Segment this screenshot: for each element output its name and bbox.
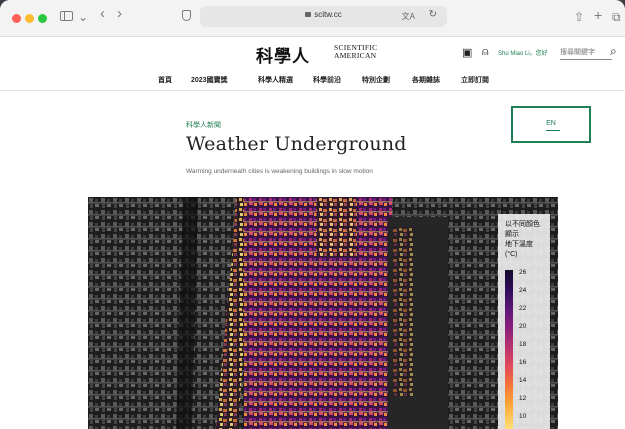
language-en-button[interactable]: EN (513, 120, 589, 127)
privacy-shield-icon[interactable] (182, 10, 191, 21)
nav-item-home[interactable]: 首頁 (158, 75, 172, 85)
search-icon[interactable]: ⌕ (610, 44, 617, 59)
lock-icon (305, 12, 312, 17)
legend-tick: 24 (519, 287, 527, 294)
new-tab-icon[interactable]: + (594, 8, 602, 22)
main-nav: 首頁 2023國寶獎 科學人精選 科學前沿 特別企劃 各期雜誌 立即訂閱 (0, 70, 625, 91)
site-logo[interactable]: 科學人 (256, 42, 310, 67)
legend-tick: 14 (519, 377, 527, 384)
logo-en-line2: AMERICAN (334, 51, 377, 60)
legend-tick: 22 (519, 305, 527, 312)
sidebar-toggle-icon[interactable] (60, 11, 73, 21)
legend-tick: 26 (519, 269, 527, 276)
legend-title: 以不同顏色 顯示 地下溫度 (°C) (505, 221, 540, 258)
thermal-map-svg (88, 197, 558, 429)
chevron-down-icon[interactable]: ⌄ (78, 10, 88, 24)
legend-tick: 12 (519, 395, 527, 402)
legend-tick: 16 (519, 359, 527, 366)
magazine-icon[interactable]: ▣ (462, 46, 472, 59)
thermal-map-image: 以不同顏色 顯示 地下溫度 (°C) 26 24 22 20 18 16 14 … (88, 197, 558, 429)
site-logo-en[interactable]: SCIENTIFIC AMERICAN (334, 44, 377, 60)
zoom-window-button[interactable] (38, 14, 47, 23)
close-window-button[interactable] (12, 14, 21, 23)
article-kicker[interactable]: 科學人新聞 (186, 120, 221, 130)
translate-icon[interactable]: 文A (402, 11, 415, 22)
browser-window: ⌄ ‹ › scitw.cc 文A ↻ ⇧ + ⧉ 科學人 SCIENTIFIC… (0, 0, 625, 429)
browser-toolbar: ⌄ ‹ › scitw.cc 文A ↻ ⇧ + ⧉ (0, 0, 625, 37)
share-icon[interactable]: ⇧ (574, 10, 584, 24)
legend-tick: 10 (519, 413, 527, 420)
nav-item-frontier[interactable]: 科學前沿 (313, 75, 341, 85)
language-switch[interactable]: EN (511, 106, 591, 143)
legend-tick: 20 (519, 323, 527, 330)
nav-item-award[interactable]: 2023國寶獎 (191, 75, 228, 85)
site-header: 科學人 SCIENTIFIC AMERICAN ▣ ⍝ Shu Miao Li，您… (0, 38, 625, 68)
language-underline (546, 130, 560, 131)
url-text: scitw.cc (314, 10, 342, 19)
back-button[interactable]: ‹ (100, 6, 105, 21)
forward-button[interactable]: › (117, 6, 122, 21)
nav-item-special[interactable]: 特別企劃 (362, 75, 390, 85)
legend-tick: 18 (519, 341, 527, 348)
user-greeting[interactable]: Shu Miao Li，您好 (498, 48, 548, 57)
minimize-window-button[interactable] (25, 14, 34, 23)
nav-item-issues[interactable]: 各期雜誌 (412, 75, 440, 85)
tab-overview-icon[interactable]: ⧉ (612, 10, 621, 24)
user-icon[interactable]: ⍝ (482, 46, 489, 59)
article-title: Weather Underground (186, 133, 407, 155)
address-bar[interactable]: scitw.cc 文A ↻ (200, 6, 447, 27)
nav-item-featured[interactable]: 科學人精選 (258, 75, 293, 85)
temperature-legend: 以不同顏色 顯示 地下溫度 (°C) 26 24 22 20 18 16 14 … (498, 214, 550, 429)
search-input[interactable] (560, 45, 612, 60)
nav-item-subscribe[interactable]: 立即訂閱 (461, 75, 489, 85)
legend-color-scale (505, 270, 513, 429)
article-subtitle: Warming underneath cities is weakening b… (186, 168, 373, 175)
reload-icon[interactable]: ↻ (429, 9, 437, 20)
